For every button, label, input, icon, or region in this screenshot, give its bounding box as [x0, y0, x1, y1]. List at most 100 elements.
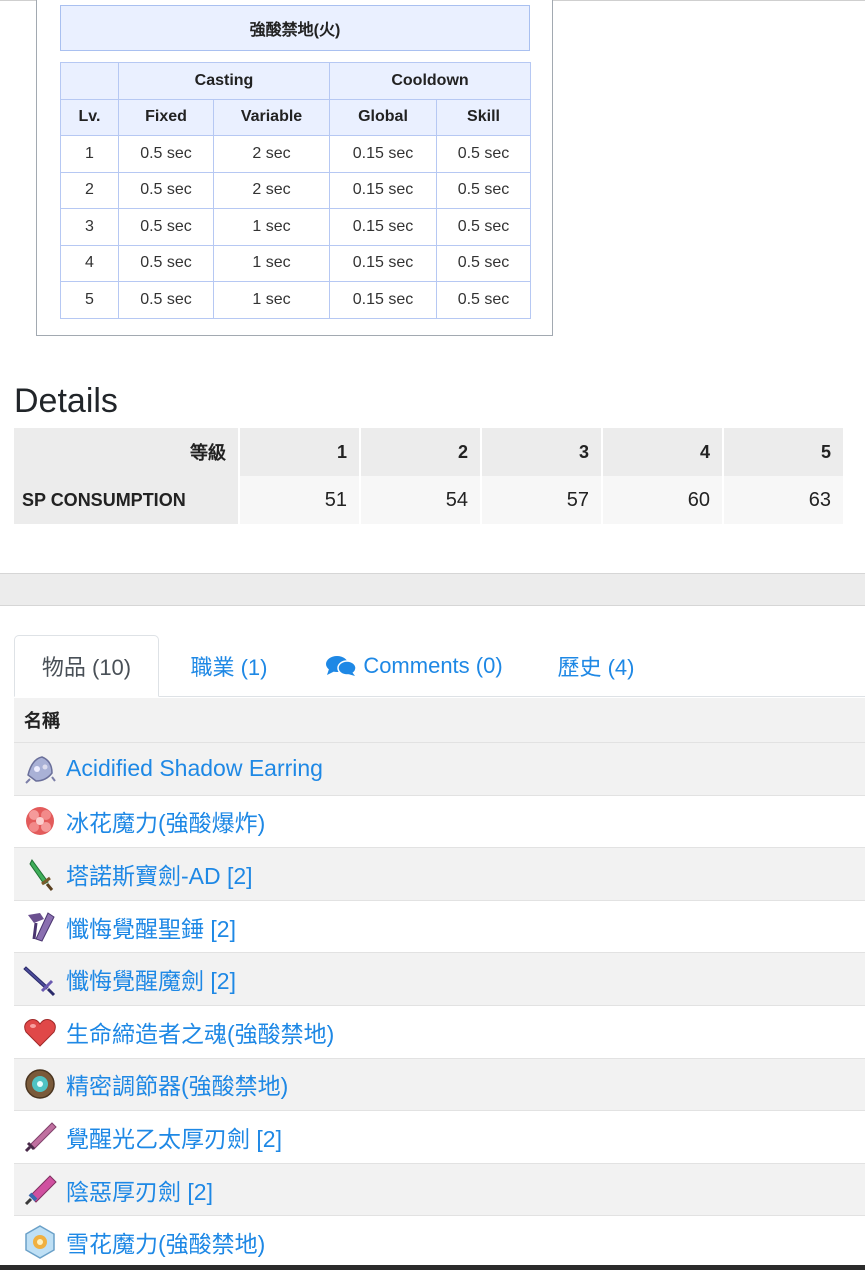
item-link[interactable]: Acidified Shadow Earring [66, 755, 323, 782]
cell: 0.5 sec [118, 135, 214, 173]
cast-table: Casting Cooldown Lv. Fixed Variable Glob… [60, 62, 531, 319]
sp-value: 51 [240, 476, 361, 524]
list-item: 塔諾斯寶劍-AD [2] [14, 847, 865, 900]
item-link[interactable]: 覺醒光乙太厚刃劍 [2] [66, 1120, 282, 1154]
cell: 0.15 sec [329, 171, 437, 209]
tab-jobs-label: 職業 (1) [190, 655, 268, 680]
tab-items-label: 物品 (10) [41, 655, 132, 680]
cell: 0.15 sec [329, 135, 437, 173]
cell: 1 [60, 135, 119, 173]
regulator-icon [25, 1069, 55, 1100]
sp-consumption-label: SP CONSUMPTION [14, 476, 240, 524]
col-header-fixed: Fixed [118, 98, 214, 136]
list-item: 懺悔覺醒聖錘 [2] [14, 899, 865, 953]
cell: 0.5 sec [118, 208, 214, 246]
details-header-row: 等級 1 2 3 4 5 [14, 428, 845, 476]
list-item: 覺醒光乙太厚刃劍 [2] [14, 1110, 865, 1163]
sp-consumption-row: SP CONSUMPTION 51 54 57 60 63 [14, 476, 845, 524]
level-label: 等級 [14, 428, 240, 476]
snowflake-icon [25, 1225, 55, 1260]
casting-group-header: Casting [118, 62, 330, 100]
comments-icon [326, 656, 358, 676]
details-heading: Details [14, 382, 118, 420]
level-header: 4 [603, 428, 724, 476]
list-item: 冰花魔力(強酸爆炸) [14, 794, 865, 848]
cell: 2 sec [213, 171, 330, 209]
bottom-edge [0, 1265, 865, 1270]
cell: 1 sec [213, 208, 330, 246]
col-header-skill: Skill [436, 98, 531, 136]
cell: 0.5 sec [118, 171, 214, 209]
tab-history[interactable]: 歷史 (4) [546, 635, 646, 697]
list-item: 雪花魔力(強酸禁地) [14, 1215, 865, 1268]
item-list: 名稱 Acidified Shadow Earring 冰花魔力(強酸爆炸) 塔… [14, 698, 865, 1268]
tab-comments-label: Comments (0) [363, 653, 503, 678]
table-row: 4 0.5 sec 1 sec 0.15 sec 0.5 sec [60, 244, 531, 282]
earring-icon [25, 756, 56, 784]
cell: 2 [60, 171, 119, 209]
level-header: 5 [724, 428, 845, 476]
cell: 2 sec [213, 135, 330, 173]
col-header-global: Global [329, 98, 437, 136]
blank-header-cell [60, 62, 119, 100]
cell: 3 [60, 208, 119, 246]
table-row: 1 0.5 sec 2 sec 0.15 sec 0.5 sec [60, 135, 531, 173]
sp-value: 54 [361, 476, 482, 524]
cell: 0.5 sec [436, 281, 531, 319]
level-header: 1 [240, 428, 361, 476]
item-link[interactable]: 冰花魔力(強酸爆炸) [66, 804, 265, 838]
hammer-icon [28, 911, 55, 942]
item-link[interactable]: 塔諾斯寶劍-AD [2] [66, 857, 253, 891]
details-table: 等級 1 2 3 4 5 SP CONSUMPTION 51 54 57 60 … [14, 428, 845, 524]
cell: 1 sec [213, 281, 330, 319]
cell: 0.15 sec [329, 208, 437, 246]
list-item: Acidified Shadow Earring [14, 742, 865, 795]
cell: 0.5 sec [436, 208, 531, 246]
list-header-name: 名稱 [14, 698, 865, 742]
col-header-level: Lv. [60, 98, 119, 136]
cell: 0.5 sec [436, 135, 531, 173]
cell: 0.5 sec [118, 281, 214, 319]
list-item: 陰惡厚刃劍 [2] [14, 1162, 865, 1216]
table-row: 3 0.5 sec 1 sec 0.15 sec 0.5 sec [60, 208, 531, 246]
level-header: 2 [361, 428, 482, 476]
item-link[interactable]: 生命締造者之魂(強酸禁地) [66, 1015, 334, 1049]
item-link[interactable]: 精密調節器(強酸禁地) [66, 1067, 288, 1101]
tab-bar: 物品 (10) 職業 (1) Comments (0) 歷史 (4) [14, 635, 865, 697]
table-row: 5 0.5 sec 1 sec 0.15 sec 0.5 sec [60, 281, 531, 319]
list-item: 生命締造者之魂(強酸禁地) [14, 1004, 865, 1058]
section-separator [0, 573, 865, 606]
item-link[interactable]: 雪花魔力(強酸禁地) [66, 1225, 265, 1259]
tab-jobs[interactable]: 職業 (1) [174, 635, 284, 697]
cell: 1 sec [213, 244, 330, 282]
heart-icon [24, 1018, 56, 1047]
tab-history-label: 歷史 (4) [557, 655, 635, 680]
item-link[interactable]: 懺悔覺醒聖錘 [2] [66, 910, 236, 944]
dark-sword-icon [23, 966, 56, 997]
cell: 0.15 sec [329, 281, 437, 319]
tab-items[interactable]: 物品 (10) [14, 635, 159, 697]
list-item: 精密調節器(強酸禁地) [14, 1057, 865, 1111]
item-link[interactable]: 懺悔覺醒魔劍 [2] [66, 962, 236, 996]
cell: 5 [60, 281, 119, 319]
item-link[interactable]: 陰惡厚刃劍 [2] [66, 1173, 213, 1207]
cell: 0.5 sec [436, 171, 531, 209]
level-header: 3 [482, 428, 603, 476]
green-sword-icon [29, 859, 54, 891]
cast-table-title: 強酸禁地(火) [60, 5, 530, 51]
sp-value: 57 [482, 476, 603, 524]
sp-value: 60 [603, 476, 724, 524]
tab-comments[interactable]: Comments (0) [314, 635, 514, 697]
ice-flower-icon [26, 807, 54, 836]
col-header-variable: Variable [213, 98, 330, 136]
cell: 0.5 sec [118, 244, 214, 282]
cooldown-group-header: Cooldown [329, 62, 531, 100]
cell: 4 [60, 244, 119, 282]
table-row: 2 0.5 sec 2 sec 0.15 sec 0.5 sec [60, 171, 531, 209]
cell: 0.15 sec [329, 244, 437, 282]
light-blade-icon [24, 1122, 57, 1153]
sp-value: 63 [724, 476, 845, 524]
cell: 0.5 sec [436, 244, 531, 282]
sinister-blade-icon [24, 1174, 57, 1205]
list-item: 懺悔覺醒魔劍 [2] [14, 952, 865, 1005]
